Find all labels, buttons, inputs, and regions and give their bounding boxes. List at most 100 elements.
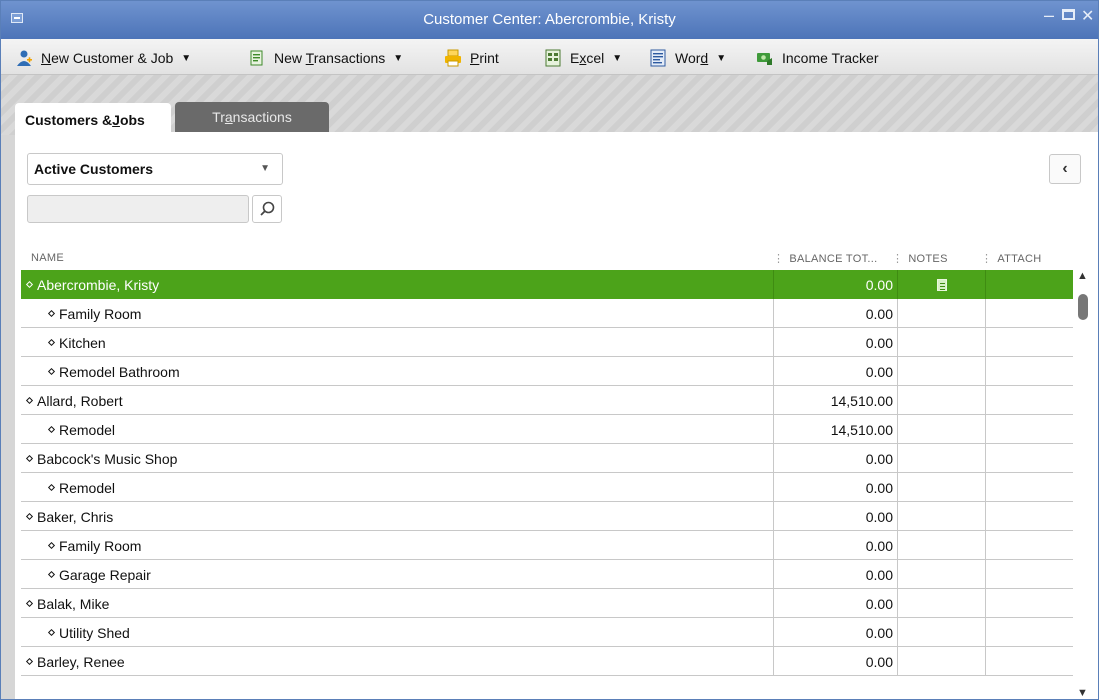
tree-bullet-icon	[47, 483, 56, 492]
balance-total-cell: 0.00	[773, 502, 897, 531]
table-row[interactable]: Abercrombie, Kristy 0.00	[21, 270, 1073, 299]
notes-cell[interactable]	[897, 444, 985, 473]
attach-cell[interactable]	[985, 415, 1073, 444]
excel-button[interactable]: Excel ▼	[544, 48, 622, 68]
collapse-panel-button[interactable]: ‹	[1049, 154, 1081, 184]
customer-name-cell[interactable]: Babcock's Music Shop	[21, 444, 773, 473]
close-icon[interactable]: ✕	[1081, 6, 1094, 26]
word-button[interactable]: Word ▼	[649, 48, 726, 68]
column-header-balance[interactable]: ⋮ BALANCE TOT...	[773, 252, 877, 265]
customer-filter-dropdown[interactable]: Active Customers ▼	[27, 153, 283, 185]
notes-cell[interactable]	[897, 531, 985, 560]
table-row[interactable]: Family Room 0.00	[21, 299, 1073, 328]
dropdown-arrow-icon[interactable]: ▼	[716, 53, 726, 64]
customer-center-window: Customer Center: Abercrombie, Kristy – ✕…	[0, 0, 1099, 700]
attach-cell[interactable]	[985, 357, 1073, 386]
customer-list-panel: Active Customers ▼ ‹ NAME ⋮ BALANCE TOT..…	[15, 132, 1098, 699]
notes-cell[interactable]	[897, 647, 985, 676]
tree-bullet-icon	[25, 396, 34, 405]
table-row[interactable]: Utility Shed 0.00	[21, 618, 1073, 647]
income-tracker-icon	[756, 49, 774, 67]
tab-transactions[interactable]: Tr a nsactions	[175, 102, 329, 132]
column-header-attach[interactable]: ⋮ ATTACH	[981, 252, 1041, 265]
notes-cell[interactable]	[897, 328, 985, 357]
table-row[interactable]: Baker, Chris 0.00	[21, 502, 1073, 531]
notes-cell[interactable]	[897, 589, 985, 618]
notes-cell[interactable]	[897, 270, 985, 299]
dropdown-arrow-icon[interactable]: ▼	[181, 53, 191, 64]
customer-name-cell[interactable]: Utility Shed	[21, 618, 773, 647]
customer-name-cell[interactable]: Allard, Robert	[21, 386, 773, 415]
customer-name-cell[interactable]: Garage Repair	[21, 560, 773, 589]
attach-cell[interactable]	[985, 618, 1073, 647]
notes-cell[interactable]	[897, 357, 985, 386]
balance-total-cell: 0.00	[773, 444, 897, 473]
scrollbar-thumb[interactable]	[1078, 294, 1088, 320]
balance-total-cell: 0.00	[773, 618, 897, 647]
table-header: NAME ⋮ BALANCE TOT... ⋮ NOTES ⋮ ATTACH	[15, 249, 1075, 269]
note-icon[interactable]	[936, 278, 947, 291]
chevron-down-icon: ▼	[260, 163, 270, 174]
notes-cell[interactable]	[897, 618, 985, 647]
maximize-icon[interactable]	[1062, 9, 1075, 20]
table-row[interactable]: Barley, Renee 0.00	[21, 647, 1073, 676]
attach-cell[interactable]	[985, 473, 1073, 502]
word-icon	[649, 49, 667, 67]
title-bar[interactable]: Customer Center: Abercrombie, Kristy – ✕	[1, 1, 1098, 39]
customer-name-cell[interactable]: Baker, Chris	[21, 502, 773, 531]
customer-name-cell[interactable]: Family Room	[21, 299, 773, 328]
customer-name-cell[interactable]: Remodel Bathroom	[21, 357, 773, 386]
attach-cell[interactable]	[985, 328, 1073, 357]
print-button[interactable]: Print	[444, 48, 499, 68]
table-row[interactable]: Garage Repair 0.00	[21, 560, 1073, 589]
attach-cell[interactable]	[985, 444, 1073, 473]
attach-cell[interactable]	[985, 386, 1073, 415]
scroll-down-icon[interactable]: ▼	[1077, 687, 1088, 699]
table-row[interactable]: Remodel 0.00	[21, 473, 1073, 502]
column-header-notes[interactable]: ⋮ NOTES	[892, 252, 948, 265]
table-row[interactable]: Family Room 0.00	[21, 531, 1073, 560]
column-header-name[interactable]: NAME	[31, 252, 64, 264]
tree-bullet-icon	[47, 628, 56, 637]
customer-name-cell[interactable]: Balak, Mike	[21, 589, 773, 618]
table-row[interactable]: Kitchen 0.00	[21, 328, 1073, 357]
notes-cell[interactable]	[897, 502, 985, 531]
customer-name-cell[interactable]: Remodel	[21, 415, 773, 444]
attach-cell[interactable]	[985, 560, 1073, 589]
table-row[interactable]: Remodel Bathroom 0.00	[21, 357, 1073, 386]
new-transactions-button[interactable]: New Transactions ▼	[248, 48, 403, 68]
table-row[interactable]: Remodel 14,510.00	[21, 415, 1073, 444]
customer-name-cell[interactable]: Remodel	[21, 473, 773, 502]
notes-cell[interactable]	[897, 299, 985, 328]
attach-cell[interactable]	[985, 589, 1073, 618]
search-button[interactable]	[252, 195, 282, 223]
table-row[interactable]: Balak, Mike 0.00	[21, 589, 1073, 618]
notes-cell[interactable]	[897, 415, 985, 444]
attach-cell[interactable]	[985, 299, 1073, 328]
attach-cell[interactable]	[985, 270, 1073, 299]
notes-cell[interactable]	[897, 386, 985, 415]
customer-name-cell[interactable]: Abercrombie, Kristy	[21, 270, 773, 299]
minimize-icon[interactable]: –	[1044, 5, 1054, 26]
customer-name-cell[interactable]: Barley, Renee	[21, 647, 773, 676]
attach-cell[interactable]	[985, 647, 1073, 676]
table-row[interactable]: Babcock's Music Shop 0.00	[21, 444, 1073, 473]
notes-cell[interactable]	[897, 473, 985, 502]
scroll-up-icon[interactable]: ▲	[1077, 270, 1088, 282]
new-customer-job-button[interactable]: New Customer & Job ▼	[15, 48, 191, 68]
tree-bullet-icon	[47, 309, 56, 318]
attach-cell[interactable]	[985, 531, 1073, 560]
search-input[interactable]	[27, 195, 249, 223]
notes-cell[interactable]	[897, 560, 985, 589]
dropdown-arrow-icon[interactable]: ▼	[612, 53, 622, 64]
customer-name-cell[interactable]: Kitchen	[21, 328, 773, 357]
attach-cell[interactable]	[985, 502, 1073, 531]
customer-name-cell[interactable]: Family Room	[21, 531, 773, 560]
dropdown-arrow-icon[interactable]: ▼	[393, 53, 403, 64]
income-tracker-button[interactable]: Income Tracker	[756, 48, 878, 68]
table-row[interactable]: Allard, Robert 14,510.00	[21, 386, 1073, 415]
balance-total-cell: 0.00	[773, 560, 897, 589]
tree-bullet-icon	[25, 512, 34, 521]
vertical-scrollbar[interactable]: ▲ ▼	[1076, 270, 1090, 699]
search-icon	[260, 201, 275, 216]
